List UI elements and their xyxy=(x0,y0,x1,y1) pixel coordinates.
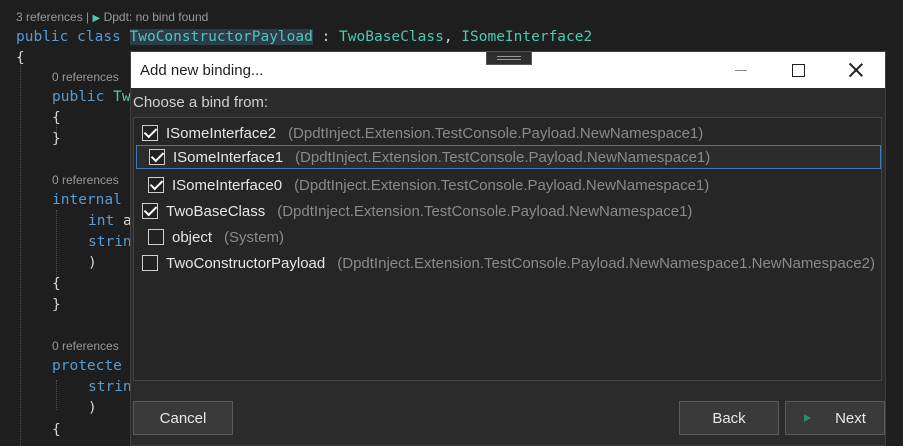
back-label: Back xyxy=(712,409,746,427)
add-binding-dialog: Add new binding... Choose a bind from: I… xyxy=(130,51,886,446)
colon: : xyxy=(321,29,331,45)
code-line: strin xyxy=(88,379,132,395)
play-icon xyxy=(804,414,812,422)
close-icon xyxy=(849,63,863,77)
class-declaration-line: public class TwoConstructorPayload : Two… xyxy=(16,27,592,47)
close-button[interactable] xyxy=(830,52,882,88)
code-line: public Tw xyxy=(52,89,131,105)
dialog-titlebar[interactable]: Add new binding... xyxy=(131,51,885,88)
item-name: TwoConstructorPayload xyxy=(166,254,326,272)
minimize-icon xyxy=(735,69,747,71)
keyword: class xyxy=(77,29,121,45)
list-item[interactable]: object (System) xyxy=(148,225,284,249)
codelens-header: 3 references | ▶ Dpdt: no bind found xyxy=(16,10,208,24)
item-namespace: (DpdtInject.Extension.TestConsole.Payloa… xyxy=(288,124,704,142)
next-button[interactable]: Next xyxy=(785,401,885,435)
class-name: TwoConstructorPayload xyxy=(129,29,313,45)
checkbox[interactable] xyxy=(149,149,165,165)
checkbox[interactable] xyxy=(142,255,158,271)
close-paren: ) xyxy=(88,255,97,271)
list-item[interactable]: ISomeInterface0 (DpdtInject.Extension.Te… xyxy=(148,173,709,197)
drag-grip-icon[interactable] xyxy=(486,51,532,65)
bind-list[interactable]: ISomeInterface2 (DpdtInject.Extension.Te… xyxy=(133,117,882,381)
item-name: ISomeInterface1 xyxy=(173,148,284,166)
minimize-button[interactable] xyxy=(715,52,767,88)
codelens-references[interactable]: 0 references xyxy=(52,339,119,353)
codelens-references[interactable]: 0 references xyxy=(52,70,119,84)
codelens-references[interactable]: 3 references xyxy=(16,10,83,24)
next-label: Next xyxy=(835,409,866,427)
item-name: TwoBaseClass xyxy=(166,202,266,220)
code-line: internal xyxy=(52,192,122,208)
item-namespace: (DpdtInject.Extension.TestConsole.Payloa… xyxy=(277,202,693,220)
list-item[interactable]: TwoBaseClass (DpdtInject.Extension.TestC… xyxy=(142,199,692,223)
item-namespace: (DpdtInject.Extension.TestConsole.Payloa… xyxy=(337,254,876,272)
maximize-button[interactable] xyxy=(772,52,824,88)
brace-close: } xyxy=(52,131,61,147)
list-item[interactable]: TwoConstructorPayload (DpdtInject.Extens… xyxy=(142,251,875,275)
brace-open: { xyxy=(52,422,61,438)
list-item[interactable]: ISomeInterface1 (DpdtInject.Extension.Te… xyxy=(136,145,881,169)
keyword: public xyxy=(16,29,69,45)
codelens-references[interactable]: 0 references xyxy=(52,173,119,187)
code-line: protecte xyxy=(52,358,122,374)
dpdt-arrow-icon: ▶ xyxy=(92,13,101,24)
comma: , xyxy=(443,29,453,45)
base-class: TwoBaseClass xyxy=(339,29,444,45)
codelens-dpdt[interactable]: Dpdt: no bind found xyxy=(104,10,209,24)
item-name: object xyxy=(172,228,213,246)
choose-bind-label: Choose a bind from: xyxy=(133,94,269,111)
code-line: int a xyxy=(88,213,132,229)
codelens-separator: | xyxy=(86,10,90,24)
back-button[interactable]: Back xyxy=(679,401,779,435)
list-item[interactable]: ISomeInterface2 (DpdtInject.Extension.Te… xyxy=(142,121,703,145)
brace-open: { xyxy=(16,50,25,66)
brace-close: } xyxy=(52,297,61,313)
brace-open: { xyxy=(52,276,61,292)
cancel-button[interactable]: Cancel xyxy=(133,401,233,435)
item-namespace: (DpdtInject.Extension.TestConsole.Payloa… xyxy=(294,176,710,194)
interface-name: ISomeInterface2 xyxy=(461,29,593,45)
maximize-icon xyxy=(791,63,805,77)
brace-open: { xyxy=(52,110,61,126)
close-paren: ) xyxy=(88,400,97,416)
checkbox[interactable] xyxy=(142,125,158,141)
checkbox[interactable] xyxy=(142,203,158,219)
code-line: strin xyxy=(88,234,132,250)
checkbox[interactable] xyxy=(148,177,164,193)
item-namespace: (DpdtInject.Extension.TestConsole.Payloa… xyxy=(295,148,711,166)
cancel-label: Cancel xyxy=(159,409,207,427)
item-name: ISomeInterface2 xyxy=(166,124,277,142)
checkbox[interactable] xyxy=(148,229,164,245)
item-name: ISomeInterface0 xyxy=(172,176,283,194)
dialog-title: Add new binding... xyxy=(140,62,264,79)
item-namespace: (System) xyxy=(224,228,285,246)
